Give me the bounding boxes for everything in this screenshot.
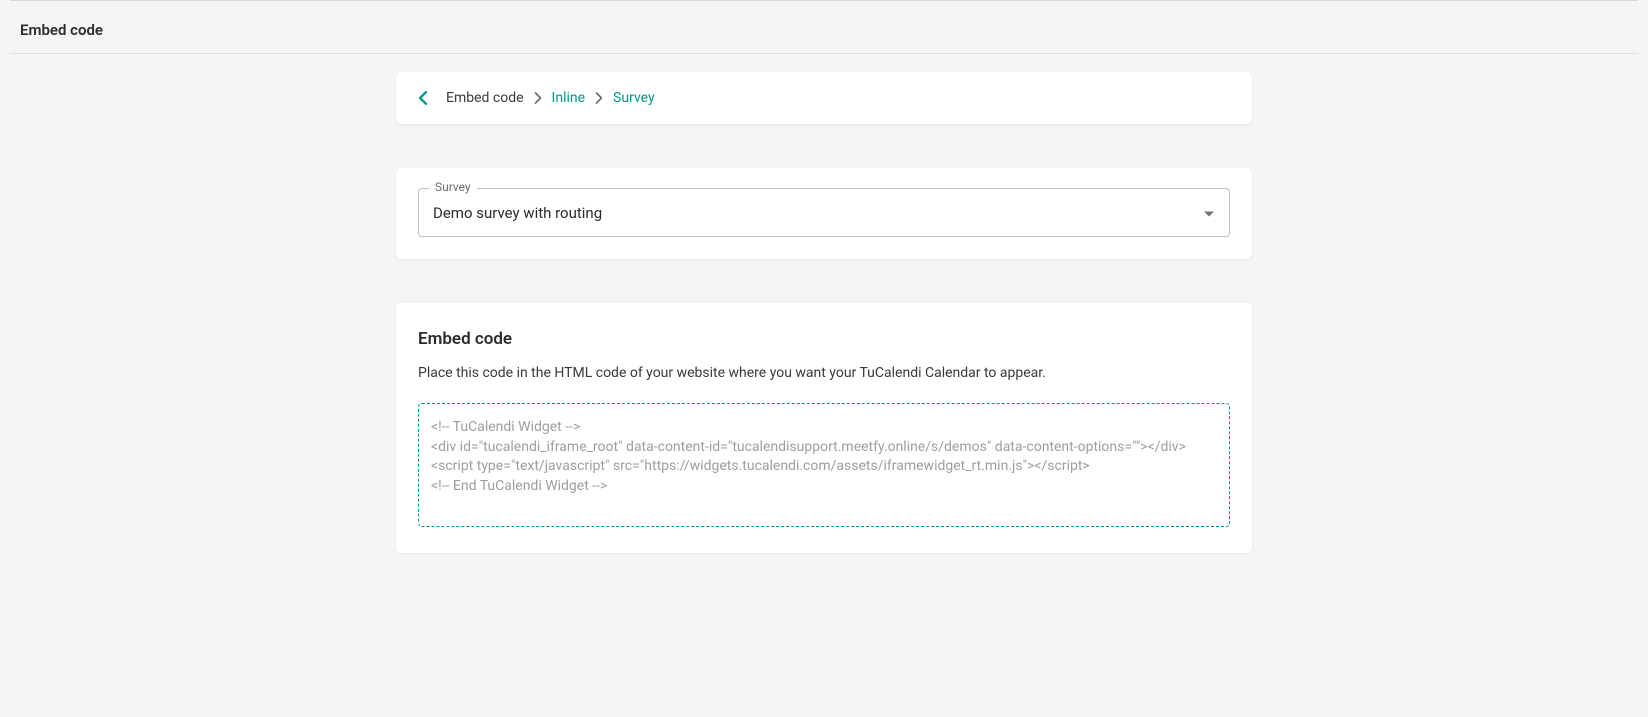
embed-code-box[interactable]: <!-- TuCalendi Widget --> <div id="tucal… — [418, 403, 1230, 527]
breadcrumb-inline[interactable]: Inline — [552, 90, 586, 106]
embed-description: Place this code in the HTML code of your… — [418, 365, 1230, 381]
breadcrumb-survey[interactable]: Survey — [613, 90, 655, 106]
main-content: Embed code Inline Survey Survey Demo sur… — [396, 54, 1252, 553]
survey-select-label: Survey — [429, 180, 477, 194]
page-header: Embed code — [10, 0, 1638, 54]
chevron-right-icon — [595, 92, 603, 104]
survey-select-value: Demo survey with routing — [433, 204, 602, 222]
embed-title: Embed code — [418, 329, 1230, 349]
back-icon[interactable] — [418, 91, 428, 105]
survey-select[interactable]: Survey Demo survey with routing — [418, 188, 1230, 237]
embed-code-card: Embed code Place this code in the HTML c… — [396, 303, 1252, 553]
breadcrumb: Embed code Inline Survey — [446, 90, 655, 106]
survey-select-card: Survey Demo survey with routing — [396, 168, 1252, 259]
breadcrumb-root: Embed code — [446, 90, 524, 106]
chevron-right-icon — [534, 92, 542, 104]
breadcrumb-card: Embed code Inline Survey — [396, 72, 1252, 124]
caret-down-icon — [1203, 203, 1215, 222]
page-title: Embed code — [20, 21, 1628, 39]
